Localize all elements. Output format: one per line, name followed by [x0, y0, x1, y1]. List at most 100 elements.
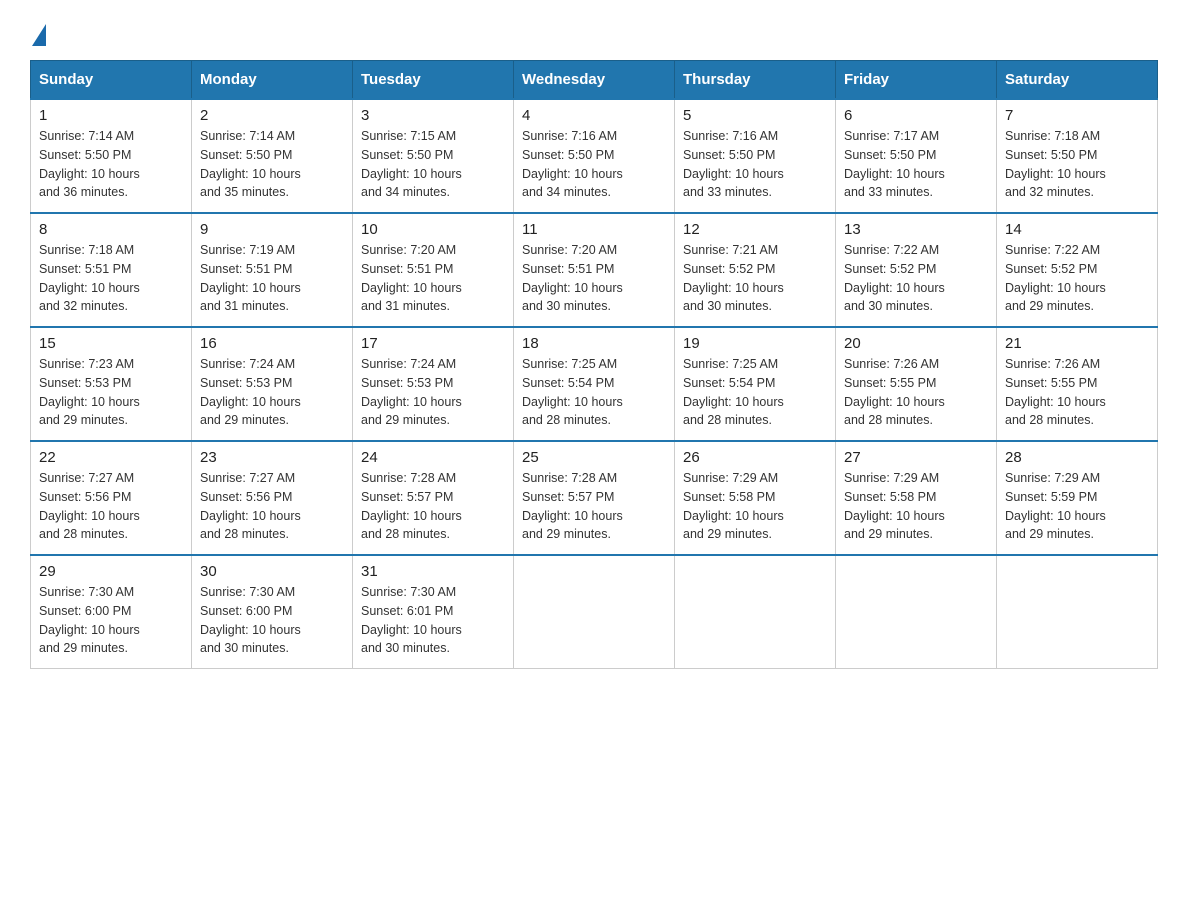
day-info: Sunrise: 7:25 AMSunset: 5:54 PMDaylight:… — [683, 355, 827, 430]
calendar-cell: 6 Sunrise: 7:17 AMSunset: 5:50 PMDaylight… — [836, 99, 997, 213]
day-number: 25 — [522, 449, 666, 466]
col-header-thursday: Thursday — [675, 61, 836, 100]
calendar-cell: 20 Sunrise: 7:26 AMSunset: 5:55 PMDayligh… — [836, 327, 997, 441]
day-number: 10 — [361, 221, 505, 238]
day-info: Sunrise: 7:24 AMSunset: 5:53 PMDaylight:… — [200, 355, 344, 430]
calendar-cell: 5 Sunrise: 7:16 AMSunset: 5:50 PMDaylight… — [675, 99, 836, 213]
calendar-header-row: SundayMondayTuesdayWednesdayThursdayFrid… — [31, 61, 1158, 100]
day-info: Sunrise: 7:20 AMSunset: 5:51 PMDaylight:… — [522, 241, 666, 316]
calendar-cell: 19 Sunrise: 7:25 AMSunset: 5:54 PMDayligh… — [675, 327, 836, 441]
day-info: Sunrise: 7:27 AMSunset: 5:56 PMDaylight:… — [200, 469, 344, 544]
day-info: Sunrise: 7:27 AMSunset: 5:56 PMDaylight:… — [39, 469, 183, 544]
col-header-saturday: Saturday — [997, 61, 1158, 100]
day-number: 1 — [39, 107, 183, 124]
day-number: 9 — [200, 221, 344, 238]
day-number: 21 — [1005, 335, 1149, 352]
day-number: 30 — [200, 563, 344, 580]
calendar-cell: 14 Sunrise: 7:22 AMSunset: 5:52 PMDayligh… — [997, 213, 1158, 327]
day-info: Sunrise: 7:26 AMSunset: 5:55 PMDaylight:… — [844, 355, 988, 430]
day-number: 18 — [522, 335, 666, 352]
day-number: 8 — [39, 221, 183, 238]
calendar-cell: 7 Sunrise: 7:18 AMSunset: 5:50 PMDaylight… — [997, 99, 1158, 213]
calendar-cell — [675, 555, 836, 669]
calendar-cell — [836, 555, 997, 669]
logo-triangle-icon — [32, 24, 46, 46]
calendar-cell: 11 Sunrise: 7:20 AMSunset: 5:51 PMDayligh… — [514, 213, 675, 327]
day-info: Sunrise: 7:14 AMSunset: 5:50 PMDaylight:… — [39, 127, 183, 202]
day-number: 27 — [844, 449, 988, 466]
col-header-friday: Friday — [836, 61, 997, 100]
calendar-cell: 10 Sunrise: 7:20 AMSunset: 5:51 PMDayligh… — [353, 213, 514, 327]
day-info: Sunrise: 7:17 AMSunset: 5:50 PMDaylight:… — [844, 127, 988, 202]
day-info: Sunrise: 7:21 AMSunset: 5:52 PMDaylight:… — [683, 241, 827, 316]
calendar-cell: 23 Sunrise: 7:27 AMSunset: 5:56 PMDayligh… — [192, 441, 353, 555]
day-info: Sunrise: 7:19 AMSunset: 5:51 PMDaylight:… — [200, 241, 344, 316]
calendar-cell: 29Sunrise: 7:30 AMSunset: 6:00 PMDayligh… — [31, 555, 192, 669]
day-info: Sunrise: 7:14 AMSunset: 5:50 PMDaylight:… — [200, 127, 344, 202]
calendar-week-row: 8 Sunrise: 7:18 AMSunset: 5:51 PMDaylight… — [31, 213, 1158, 327]
calendar-cell — [997, 555, 1158, 669]
day-info: Sunrise: 7:29 AMSunset: 5:59 PMDaylight:… — [1005, 469, 1149, 544]
calendar-cell: 27 Sunrise: 7:29 AMSunset: 5:58 PMDayligh… — [836, 441, 997, 555]
day-info: Sunrise: 7:25 AMSunset: 5:54 PMDaylight:… — [522, 355, 666, 430]
day-number: 14 — [1005, 221, 1149, 238]
calendar-week-row: 15Sunrise: 7:23 AMSunset: 5:53 PMDayligh… — [31, 327, 1158, 441]
day-info: Sunrise: 7:15 AMSunset: 5:50 PMDaylight:… — [361, 127, 505, 202]
day-info: Sunrise: 7:24 AMSunset: 5:53 PMDaylight:… — [361, 355, 505, 430]
calendar-week-row: 1 Sunrise: 7:14 AMSunset: 5:50 PMDaylight… — [31, 99, 1158, 213]
calendar-cell: 18 Sunrise: 7:25 AMSunset: 5:54 PMDayligh… — [514, 327, 675, 441]
calendar-cell: 13Sunrise: 7:22 AMSunset: 5:52 PMDayligh… — [836, 213, 997, 327]
day-number: 5 — [683, 107, 827, 124]
day-number: 26 — [683, 449, 827, 466]
day-number: 23 — [200, 449, 344, 466]
calendar-cell: 8 Sunrise: 7:18 AMSunset: 5:51 PMDaylight… — [31, 213, 192, 327]
col-header-monday: Monday — [192, 61, 353, 100]
calendar-cell: 2 Sunrise: 7:14 AMSunset: 5:50 PMDaylight… — [192, 99, 353, 213]
day-number: 11 — [522, 221, 666, 238]
day-info: Sunrise: 7:28 AMSunset: 5:57 PMDaylight:… — [522, 469, 666, 544]
logo — [30, 20, 46, 42]
day-info: Sunrise: 7:18 AMSunset: 5:51 PMDaylight:… — [39, 241, 183, 316]
calendar-cell: 24 Sunrise: 7:28 AMSunset: 5:57 PMDayligh… — [353, 441, 514, 555]
day-number: 24 — [361, 449, 505, 466]
calendar-table: SundayMondayTuesdayWednesdayThursdayFrid… — [30, 60, 1158, 669]
calendar-cell: 25 Sunrise: 7:28 AMSunset: 5:57 PMDayligh… — [514, 441, 675, 555]
day-info: Sunrise: 7:28 AMSunset: 5:57 PMDaylight:… — [361, 469, 505, 544]
day-number: 17 — [361, 335, 505, 352]
page-header — [30, 20, 1158, 42]
day-info: Sunrise: 7:26 AMSunset: 5:55 PMDaylight:… — [1005, 355, 1149, 430]
day-number: 7 — [1005, 107, 1149, 124]
calendar-cell: 9 Sunrise: 7:19 AMSunset: 5:51 PMDaylight… — [192, 213, 353, 327]
day-info: Sunrise: 7:20 AMSunset: 5:51 PMDaylight:… — [361, 241, 505, 316]
calendar-cell: 31 Sunrise: 7:30 AMSunset: 6:01 PMDayligh… — [353, 555, 514, 669]
col-header-wednesday: Wednesday — [514, 61, 675, 100]
calendar-cell: 28Sunrise: 7:29 AMSunset: 5:59 PMDayligh… — [997, 441, 1158, 555]
calendar-cell: 22 Sunrise: 7:27 AMSunset: 5:56 PMDayligh… — [31, 441, 192, 555]
day-number: 20 — [844, 335, 988, 352]
calendar-cell: 30 Sunrise: 7:30 AMSunset: 6:00 PMDayligh… — [192, 555, 353, 669]
day-info: Sunrise: 7:30 AMSunset: 6:00 PMDaylight:… — [200, 583, 344, 658]
day-info: Sunrise: 7:22 AMSunset: 5:52 PMDaylight:… — [1005, 241, 1149, 316]
day-info: Sunrise: 7:29 AMSunset: 5:58 PMDaylight:… — [683, 469, 827, 544]
col-header-tuesday: Tuesday — [353, 61, 514, 100]
day-info: Sunrise: 7:16 AMSunset: 5:50 PMDaylight:… — [683, 127, 827, 202]
day-number: 22 — [39, 449, 183, 466]
day-info: Sunrise: 7:18 AMSunset: 5:50 PMDaylight:… — [1005, 127, 1149, 202]
day-number: 19 — [683, 335, 827, 352]
day-number: 4 — [522, 107, 666, 124]
day-info: Sunrise: 7:29 AMSunset: 5:58 PMDaylight:… — [844, 469, 988, 544]
calendar-cell: 26 Sunrise: 7:29 AMSunset: 5:58 PMDayligh… — [675, 441, 836, 555]
calendar-cell: 21 Sunrise: 7:26 AMSunset: 5:55 PMDayligh… — [997, 327, 1158, 441]
day-number: 6 — [844, 107, 988, 124]
calendar-cell: 15Sunrise: 7:23 AMSunset: 5:53 PMDayligh… — [31, 327, 192, 441]
day-number: 13 — [844, 221, 988, 238]
calendar-cell: 17 Sunrise: 7:24 AMSunset: 5:53 PMDayligh… — [353, 327, 514, 441]
day-number: 2 — [200, 107, 344, 124]
day-number: 15 — [39, 335, 183, 352]
day-number: 16 — [200, 335, 344, 352]
calendar-cell: 12Sunrise: 7:21 AMSunset: 5:52 PMDayligh… — [675, 213, 836, 327]
day-number: 31 — [361, 563, 505, 580]
col-header-sunday: Sunday — [31, 61, 192, 100]
calendar-cell — [514, 555, 675, 669]
day-info: Sunrise: 7:30 AMSunset: 6:01 PMDaylight:… — [361, 583, 505, 658]
